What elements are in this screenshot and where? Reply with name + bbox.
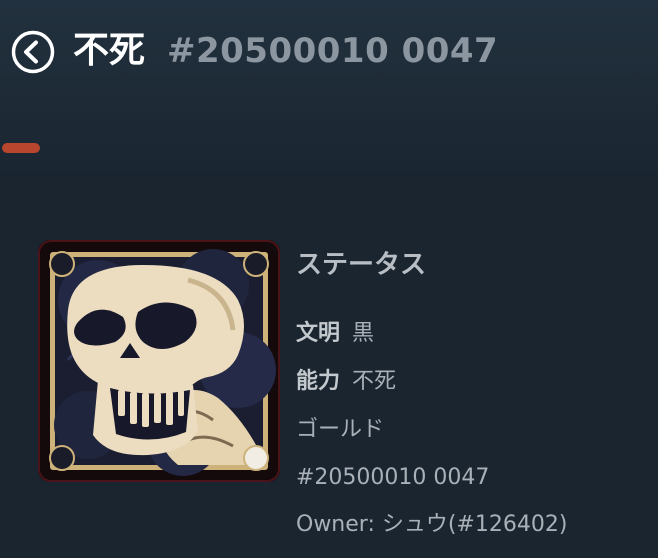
token-id-title: #20500010 0047 <box>167 31 499 71</box>
civilization-label: 文明 <box>296 321 341 346</box>
page-header: 不死 #20500010 0047 <box>0 0 658 172</box>
civilization-value: 黒 <box>352 321 375 346</box>
ability-row: 能力 不死 <box>296 364 396 400</box>
owner-text: Owner: シュウ(#126402) <box>296 512 568 537</box>
back-button[interactable] <box>11 30 55 74</box>
back-arrow-circle-icon <box>11 30 55 74</box>
ability-label: 能力 <box>296 369 341 394</box>
page-title: 不死 <box>73 30 146 71</box>
status-heading: ステータス <box>296 250 427 280</box>
token-id-text: #20500010 0047 <box>296 465 490 490</box>
civilization-row: 文明黒 <box>296 316 374 352</box>
nft-card-image[interactable] <box>38 240 280 482</box>
rarity-text: ゴールド <box>296 417 385 442</box>
ability-value: 不死 <box>352 369 397 394</box>
skull-icon <box>38 240 280 482</box>
red-indicator <box>2 143 40 153</box>
